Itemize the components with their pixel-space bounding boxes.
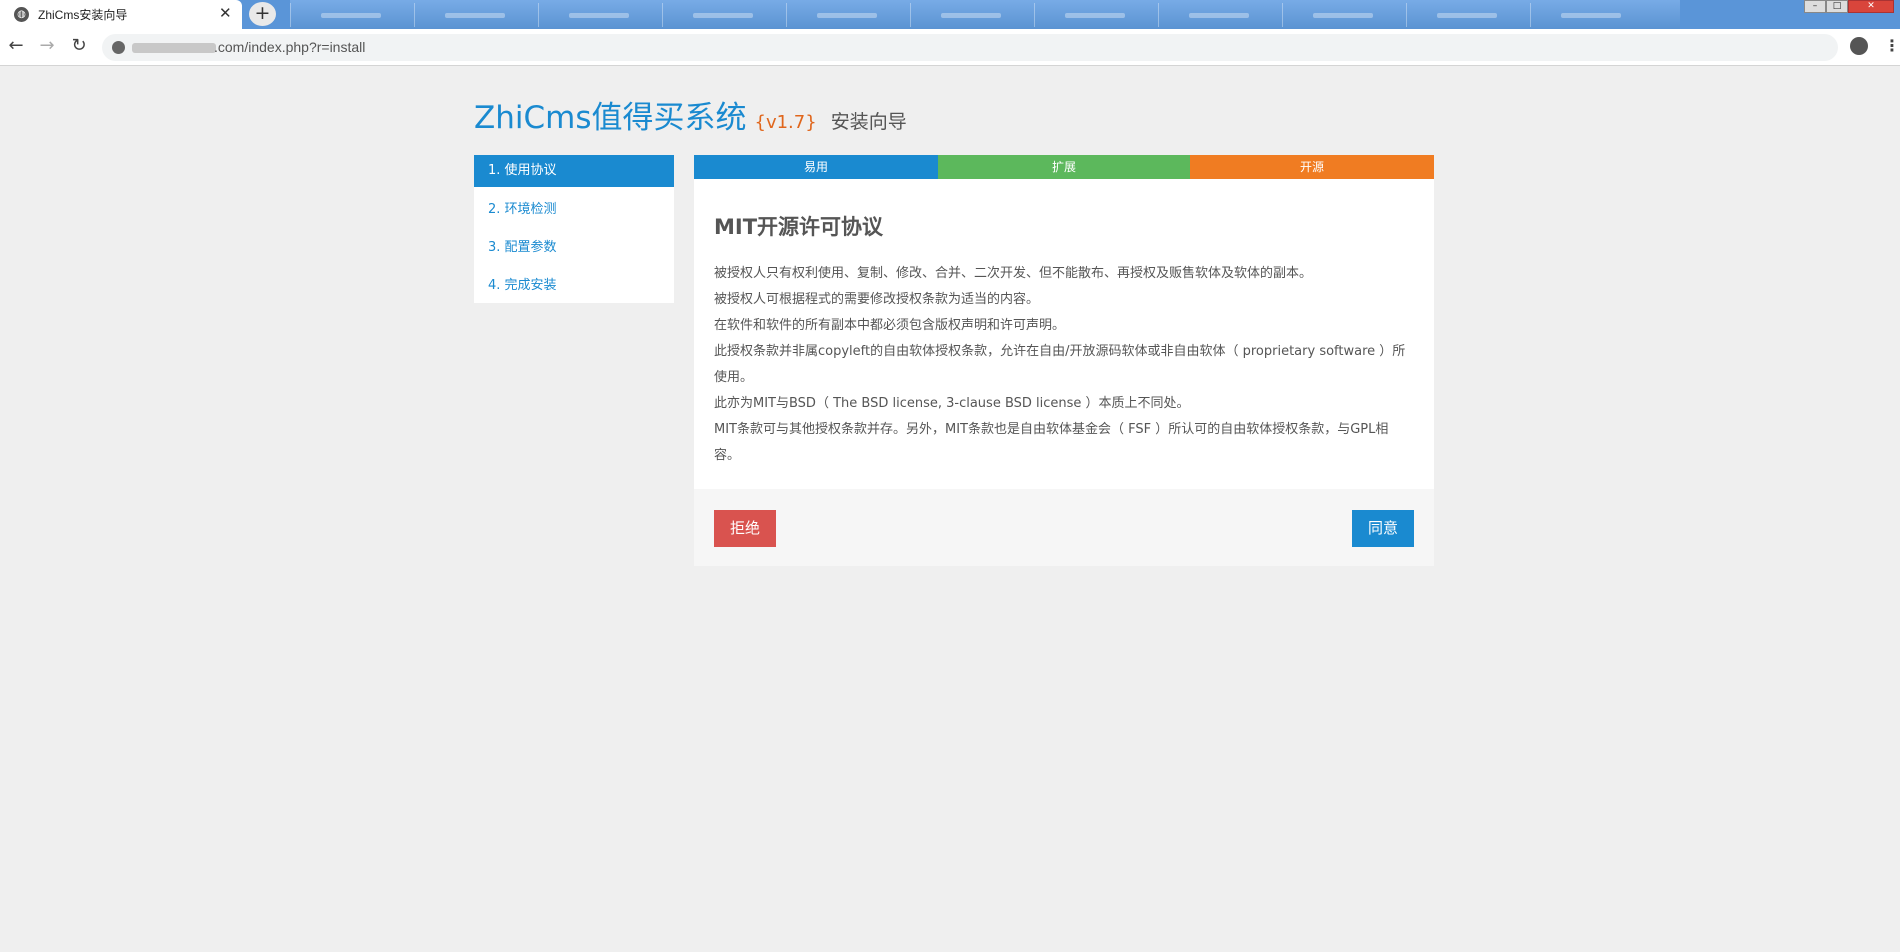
url-field[interactable]: .com/index.php?r=install	[102, 34, 1838, 61]
globe-icon: ◍	[14, 7, 29, 22]
brand-title: ZhiCms值得买系统	[474, 100, 747, 136]
back-arrow-icon[interactable]: ←	[5, 35, 27, 57]
background-tabs	[290, 0, 1680, 29]
agree-button[interactable]: 同意	[1351, 510, 1414, 547]
license-paragraph: 在软件和软件的所有副本中都必须包含版权声明和许可声明。	[714, 318, 1066, 333]
maximize-icon[interactable]: □	[1826, 0, 1848, 13]
license-body: MIT开源许可协议 被授权人只有权利使用、复制、修改、合并、二次开发、但不能散布…	[694, 179, 1434, 469]
window-close-icon[interactable]: ✕	[1848, 0, 1894, 13]
background-tab[interactable]	[1282, 3, 1402, 27]
url-text: .com/index.php?r=install	[214, 39, 366, 55]
sidebar-item-config[interactable]: 3. 配置参数	[474, 229, 674, 267]
license-title: MIT开源许可协议	[714, 215, 884, 239]
forward-arrow-icon[interactable]: →	[36, 35, 58, 57]
license-paragraph: 此授权条款并非属copyleft的自由软体授权条款，允许在自由/开放源码软体或非…	[714, 344, 1406, 385]
install-steps-sidebar: 1. 使用协议 2. 环境检测 3. 配置参数 4. 完成安装	[474, 155, 674, 303]
close-icon[interactable]: ✕	[219, 4, 232, 22]
background-tab[interactable]	[1034, 3, 1154, 27]
background-tab[interactable]	[1406, 3, 1526, 27]
profile-icon[interactable]	[1850, 37, 1868, 55]
sidebar-item-complete[interactable]: 4. 完成安装	[474, 267, 674, 305]
site-info-icon[interactable]	[112, 41, 125, 54]
reject-button[interactable]: 拒绝	[714, 510, 777, 547]
background-tab[interactable]	[1530, 3, 1650, 27]
page-header: ZhiCms值得买系统 {v1.7} 安装向导	[474, 92, 907, 137]
license-paragraph: MIT条款可与其他授权条款并存。另外，MIT条款也是自由软体基金会（ FSF ）…	[714, 422, 1389, 463]
feature-bar: 易用 扩展 开源	[694, 155, 1434, 179]
minimize-icon[interactable]: –	[1804, 0, 1826, 13]
license-actions: 拒绝 同意	[694, 489, 1434, 566]
more-menu-icon[interactable]: ⋮	[1884, 36, 1900, 55]
version-label: {v1.7}	[754, 112, 817, 133]
license-panel: 易用 扩展 开源 MIT开源许可协议 被授权人只有权利使用、复制、修改、合并、二…	[694, 155, 1434, 566]
redacted-domain	[132, 43, 216, 53]
new-tab-button[interactable]: +	[249, 2, 276, 26]
license-paragraph: 被授权人可根据程式的需要修改授权条款为适当的内容。	[714, 292, 1040, 307]
background-tab[interactable]	[786, 3, 906, 27]
license-paragraph: 此亦为MIT与BSD（ The BSD license, 3-clause BS…	[714, 396, 1190, 411]
tab-title: ZhiCms安装向导	[38, 8, 128, 22]
background-tab[interactable]	[538, 3, 658, 27]
feature-open-source: 开源	[1190, 155, 1434, 179]
browser-tab-bar: ◍ ZhiCms安装向导 ✕ + – □ ✕	[0, 0, 1900, 29]
page-subtitle: 安装向导	[830, 111, 907, 133]
background-tab[interactable]	[1158, 3, 1278, 27]
window-controls: – □ ✕	[1804, 0, 1894, 14]
feature-easy: 易用	[694, 155, 938, 179]
sidebar-item-env-check[interactable]: 2. 环境检测	[474, 191, 674, 229]
reload-icon[interactable]: ↻	[68, 35, 90, 57]
address-bar: ← → ↻ .com/index.php?r=install ⋮	[0, 29, 1900, 66]
background-tab[interactable]	[290, 3, 410, 27]
active-tab[interactable]: ◍ ZhiCms安装向导 ✕	[0, 0, 242, 29]
license-paragraph: 被授权人只有权利使用、复制、修改、合并、二次开发、但不能散布、再授权及贩售软体及…	[714, 266, 1313, 281]
sidebar-item-license[interactable]: 1. 使用协议	[474, 155, 674, 187]
background-tab[interactable]	[414, 3, 534, 27]
background-tab[interactable]	[910, 3, 1030, 27]
background-tab[interactable]	[662, 3, 782, 27]
license-text: 被授权人只有权利使用、复制、修改、合并、二次开发、但不能散布、再授权及贩售软体及…	[714, 261, 1414, 469]
feature-extend: 扩展	[938, 155, 1190, 179]
